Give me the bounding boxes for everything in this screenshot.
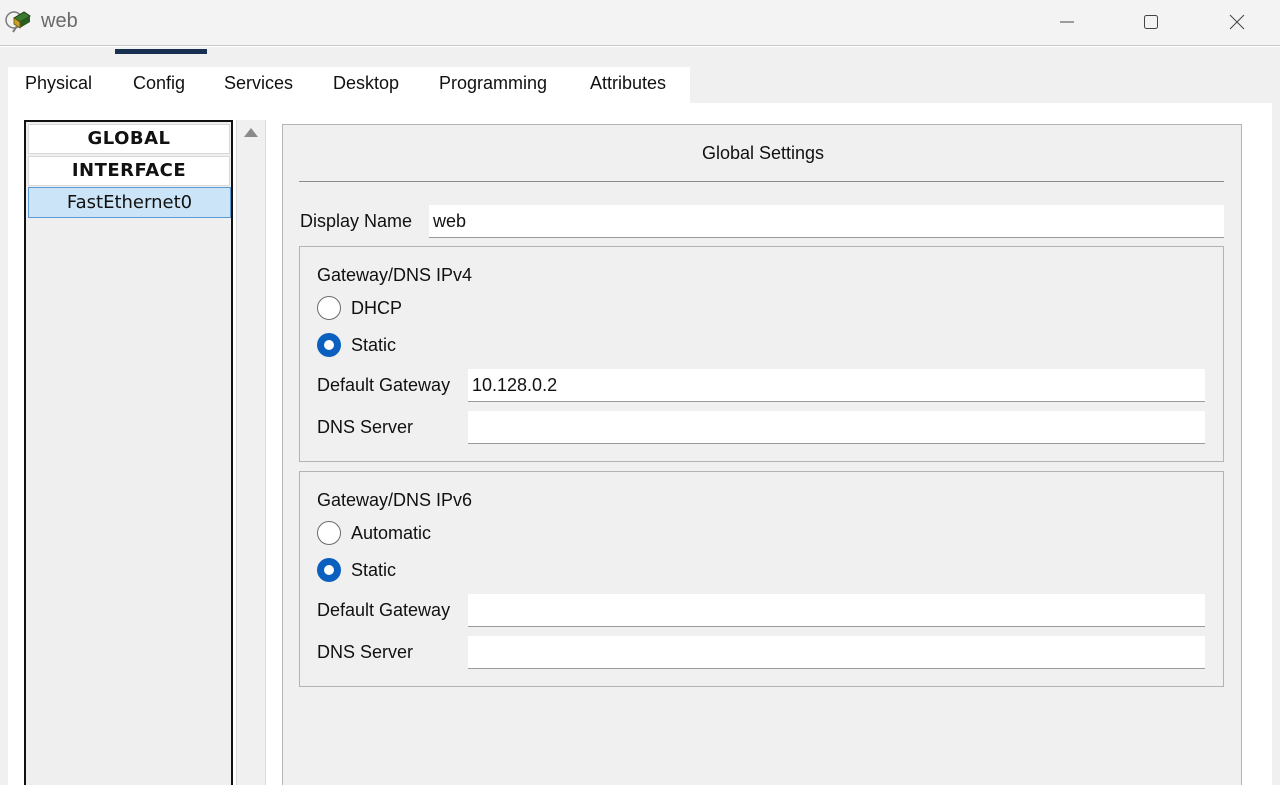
ipv4-group: Gateway/DNS IPv4 DHCP Static Default Gat… xyxy=(299,246,1224,462)
close-button[interactable] xyxy=(1217,8,1257,36)
tab-programming[interactable]: Programming xyxy=(439,73,547,94)
scroll-up-arrow-icon[interactable] xyxy=(244,128,258,137)
title-divider xyxy=(299,181,1224,182)
ipv6-static-label[interactable]: Static xyxy=(351,560,396,581)
nav-header-interface[interactable]: INTERFACE xyxy=(28,156,230,186)
tab-desktop[interactable]: Desktop xyxy=(333,73,399,94)
minimize-icon xyxy=(1060,21,1074,23)
nav-item-fastethernet0[interactable]: FastEthernet0 xyxy=(28,187,231,218)
ipv4-static-label[interactable]: Static xyxy=(351,335,396,356)
ipv6-automatic-radio[interactable] xyxy=(317,521,341,545)
ipv6-gateway-input[interactable] xyxy=(468,594,1205,627)
ipv6-dns-label: DNS Server xyxy=(317,642,414,662)
display-name-input[interactable] xyxy=(429,205,1224,238)
title-bar: web xyxy=(0,0,1280,46)
ipv4-dns-input[interactable] xyxy=(468,411,1205,444)
ipv4-gateway-label: Default Gateway xyxy=(317,375,451,395)
ipv4-group-title: Gateway/DNS IPv4 xyxy=(317,265,473,285)
ipv6-group: Gateway/DNS IPv6 Automatic Static Defaul… xyxy=(299,471,1224,687)
config-nav-list: GLOBAL INTERFACE FastEthernet0 xyxy=(24,120,233,785)
maximize-icon xyxy=(1144,15,1158,29)
ipv4-dhcp-label[interactable]: DHCP xyxy=(351,298,402,319)
tab-config[interactable]: Config xyxy=(133,73,185,94)
ipv6-dns-input[interactable] xyxy=(468,636,1205,669)
ipv6-gateway-label: Default Gateway xyxy=(317,600,451,620)
display-name-label: Display Name xyxy=(300,211,413,231)
close-icon xyxy=(1229,14,1245,30)
ipv4-gateway-input[interactable] xyxy=(468,369,1205,402)
packet-tracer-device-icon xyxy=(5,11,31,33)
maximize-button[interactable] xyxy=(1131,8,1171,36)
tab-physical[interactable]: Physical xyxy=(25,73,92,94)
ipv4-static-radio[interactable] xyxy=(317,333,341,357)
ipv6-group-title: Gateway/DNS IPv6 xyxy=(317,490,473,510)
tab-services[interactable]: Services xyxy=(224,73,293,94)
tab-bar: Physical Config Services Desktop Program… xyxy=(8,67,690,103)
tab-attributes[interactable]: Attributes xyxy=(590,73,666,94)
ipv6-automatic-label[interactable]: Automatic xyxy=(351,523,431,544)
global-settings-panel: Global Settings Display Name Gateway/DNS… xyxy=(282,124,1242,785)
ipv4-dns-label: DNS Server xyxy=(317,417,414,437)
global-settings-title: Global Settings xyxy=(701,143,825,163)
ipv4-dhcp-radio[interactable] xyxy=(317,296,341,320)
active-tab-indicator xyxy=(115,49,207,54)
ipv6-static-radio[interactable] xyxy=(317,558,341,582)
nav-scrollbar[interactable] xyxy=(236,120,266,785)
nav-header-global[interactable]: GLOBAL xyxy=(28,124,230,154)
minimize-button[interactable] xyxy=(1047,8,1087,36)
window-title: web xyxy=(41,10,78,32)
